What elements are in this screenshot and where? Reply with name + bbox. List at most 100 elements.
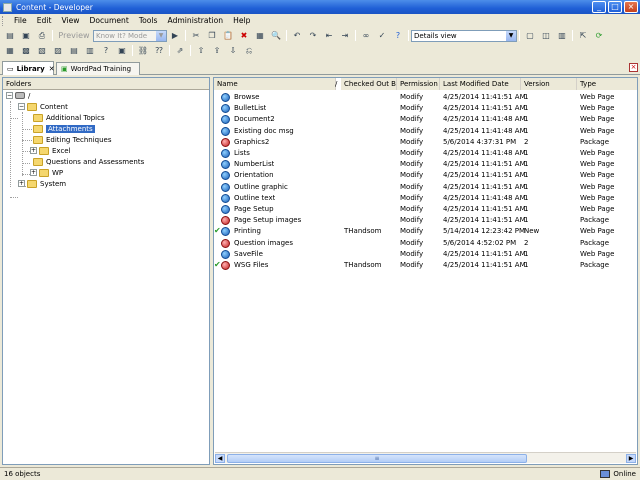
tree-node-questions-and-assessments[interactable]: Questions and Assessments: [33, 156, 144, 167]
up-folder-icon[interactable]: ⇧: [194, 44, 208, 57]
history-icon[interactable]: ⎌: [242, 44, 256, 57]
table-row[interactable]: Outline graphic Modify 4/25/2014 11:41:51 …: [214, 182, 637, 193]
refresh-icon[interactable]: ⟳: [592, 29, 606, 42]
tab-library[interactable]: ▭ Library ✕: [2, 61, 55, 75]
cell-version: 1: [524, 205, 529, 213]
table-row[interactable]: Graphics2 Modify 5/6/2014 4:37:31 PM 2 Packa…: [214, 137, 637, 148]
expand-icon[interactable]: +: [18, 180, 25, 187]
save-icon[interactable]: ▣: [19, 29, 33, 42]
table-row[interactable]: Outline text Modify 4/25/2014 11:41:48 AM 1…: [214, 193, 637, 204]
menu-edit[interactable]: Edit: [32, 16, 57, 25]
new-document-icon[interactable]: ▦: [3, 44, 17, 57]
properties-icon[interactable]: ▦: [253, 29, 267, 42]
column-header-type[interactable]: Type: [577, 78, 637, 90]
outdent-icon[interactable]: ⇤: [322, 29, 336, 42]
undo-icon[interactable]: ↶: [290, 29, 304, 42]
table-row[interactable]: Document2 Modify 4/25/2014 11:41:48 AM 1 Web…: [214, 114, 637, 125]
cell-permission: Modify: [400, 261, 424, 269]
table-row[interactable]: SaveFile Modify 4/25/2014 11:41:51 AM 1 Web …: [214, 249, 637, 260]
folders-pane: Folders − / − Content Additional Topics …: [2, 77, 210, 465]
new-icon[interactable]: ▤: [3, 29, 17, 42]
tree-node-excel[interactable]: + Excel: [30, 145, 71, 156]
spellcheck-icon[interactable]: ✓: [375, 29, 389, 42]
table-row[interactable]: ✔ WSG Files THandsom Modify 4/25/2014 11:41:…: [214, 260, 637, 271]
tree-node-editing-techniques[interactable]: Editing Techniques: [33, 134, 112, 145]
tree-node-wp[interactable]: + WP: [30, 167, 63, 178]
table-row[interactable]: NumberList Modify 4/25/2014 11:41:51 AM 1 We…: [214, 159, 637, 170]
new-page-icon[interactable]: ▥: [83, 44, 97, 57]
menu-help[interactable]: Help: [228, 16, 255, 25]
collapse-icon[interactable]: −: [6, 92, 13, 99]
redo-icon[interactable]: ↷: [306, 29, 320, 42]
new-assessment-icon[interactable]: ▣: [115, 44, 129, 57]
column-header-permission[interactable]: Permission: [397, 78, 440, 90]
close-icon[interactable]: ✕: [49, 65, 55, 73]
table-row[interactable]: Browse Modify 4/25/2014 11:41:51 AM 1 Web Pa…: [214, 92, 637, 103]
scroll-right-icon[interactable]: ▶: [626, 454, 636, 463]
tree-node-additional-topics[interactable]: Additional Topics: [33, 112, 105, 123]
export-icon[interactable]: ⇱: [576, 29, 590, 42]
layout-single-icon[interactable]: ▢: [523, 29, 537, 42]
table-row[interactable]: Orientation Modify 4/25/2014 11:41:51 AM 1 W…: [214, 170, 637, 181]
indent-icon[interactable]: ⇥: [338, 29, 352, 42]
find-icon[interactable]: 🔍: [269, 29, 283, 42]
check-out-icon[interactable]: ⇩: [226, 44, 240, 57]
expand-icon[interactable]: +: [30, 169, 37, 176]
play-icon[interactable]: ▶: [168, 29, 182, 42]
cut-icon[interactable]: ✂: [189, 29, 203, 42]
close-button[interactable]: ×: [624, 1, 638, 13]
link-icon[interactable]: ⛓: [136, 44, 150, 57]
close-tab-button[interactable]: ×: [629, 63, 638, 72]
column-header-version[interactable]: Version: [521, 78, 577, 90]
minimize-button[interactable]: _: [592, 1, 606, 13]
maximize-button[interactable]: □: [608, 1, 622, 13]
question-mark-icon[interactable]: ⁇: [152, 44, 166, 57]
new-question-icon[interactable]: ?: [99, 44, 113, 57]
check-in-icon[interactable]: ⇪: [210, 44, 224, 57]
paste-icon[interactable]: 📋: [221, 29, 235, 42]
menu-document[interactable]: Document: [84, 16, 133, 25]
table-row[interactable]: Page Setup images Modify 4/25/2014 11:41:5…: [214, 215, 637, 226]
tree-node-system[interactable]: + System: [18, 178, 66, 189]
menu-administration[interactable]: Administration: [163, 16, 229, 25]
table-row[interactable]: Lists Modify 4/25/2014 11:41:48 AM 1 Web Pag…: [214, 148, 637, 159]
new-section-icon[interactable]: ▧: [35, 44, 49, 57]
print-icon[interactable]: ⎙: [35, 29, 49, 42]
column-header-name[interactable]: Name: [214, 78, 336, 90]
layout-split-icon[interactable]: ◫: [539, 29, 553, 42]
column-header-last-modified[interactable]: Last Modified Date: [440, 78, 521, 90]
new-package-icon[interactable]: ▤: [67, 44, 81, 57]
help-icon[interactable]: ?: [391, 29, 405, 42]
tab-wordpad-training[interactable]: ▣ WordPad Training: [56, 62, 140, 75]
scroll-left-icon[interactable]: ◀: [215, 454, 225, 463]
preview-button[interactable]: Preview: [56, 29, 92, 42]
layout-columns-icon[interactable]: ▥: [555, 29, 569, 42]
table-row[interactable]: Question images Modify 5/6/2014 4:52:02 PM…: [214, 238, 637, 249]
collapse-icon[interactable]: −: [18, 103, 25, 110]
copy-icon[interactable]: ❐: [205, 29, 219, 42]
menu-view[interactable]: View: [56, 16, 84, 25]
new-topic-icon[interactable]: ▨: [51, 44, 65, 57]
horizontal-scrollbar[interactable]: ◀ ≡ ▶: [215, 452, 636, 463]
menu-tools[interactable]: Tools: [134, 16, 163, 25]
tree-node-attachments[interactable]: Attachments: [33, 123, 95, 134]
scroll-thumb[interactable]: ≡: [227, 454, 527, 463]
table-row[interactable]: Page Setup Modify 4/25/2014 11:41:51 AM 1 We…: [214, 204, 637, 215]
binoculars-icon[interactable]: ∞: [359, 29, 373, 42]
tree-node-label: System: [40, 179, 67, 188]
tree-node-root[interactable]: − /: [6, 90, 30, 101]
delete-icon[interactable]: ✖: [237, 29, 251, 42]
mode-select[interactable]: Know It? Mode ▼: [93, 29, 167, 42]
table-row[interactable]: BulletList Modify 4/25/2014 11:41:51 AM 1 We…: [214, 103, 637, 114]
menu-file[interactable]: File: [9, 16, 32, 25]
view-select[interactable]: Details view ▼: [411, 29, 517, 42]
cell-version: 1: [524, 249, 529, 258]
column-header-checked-out-by[interactable]: Checked Out By: [341, 78, 397, 90]
cell-permission: Modify: [400, 205, 424, 213]
table-row[interactable]: ✔ Printing THandsom Modify 5/14/2014 12:23:4…: [214, 226, 637, 237]
table-row[interactable]: Existing doc msg Modify 4/25/2014 11:41:48…: [214, 126, 637, 137]
new-module-icon[interactable]: ▩: [19, 44, 33, 57]
expand-icon[interactable]: +: [30, 147, 37, 154]
tree-node-content[interactable]: − Content: [18, 101, 68, 112]
publish-icon[interactable]: ⇗: [173, 44, 187, 57]
